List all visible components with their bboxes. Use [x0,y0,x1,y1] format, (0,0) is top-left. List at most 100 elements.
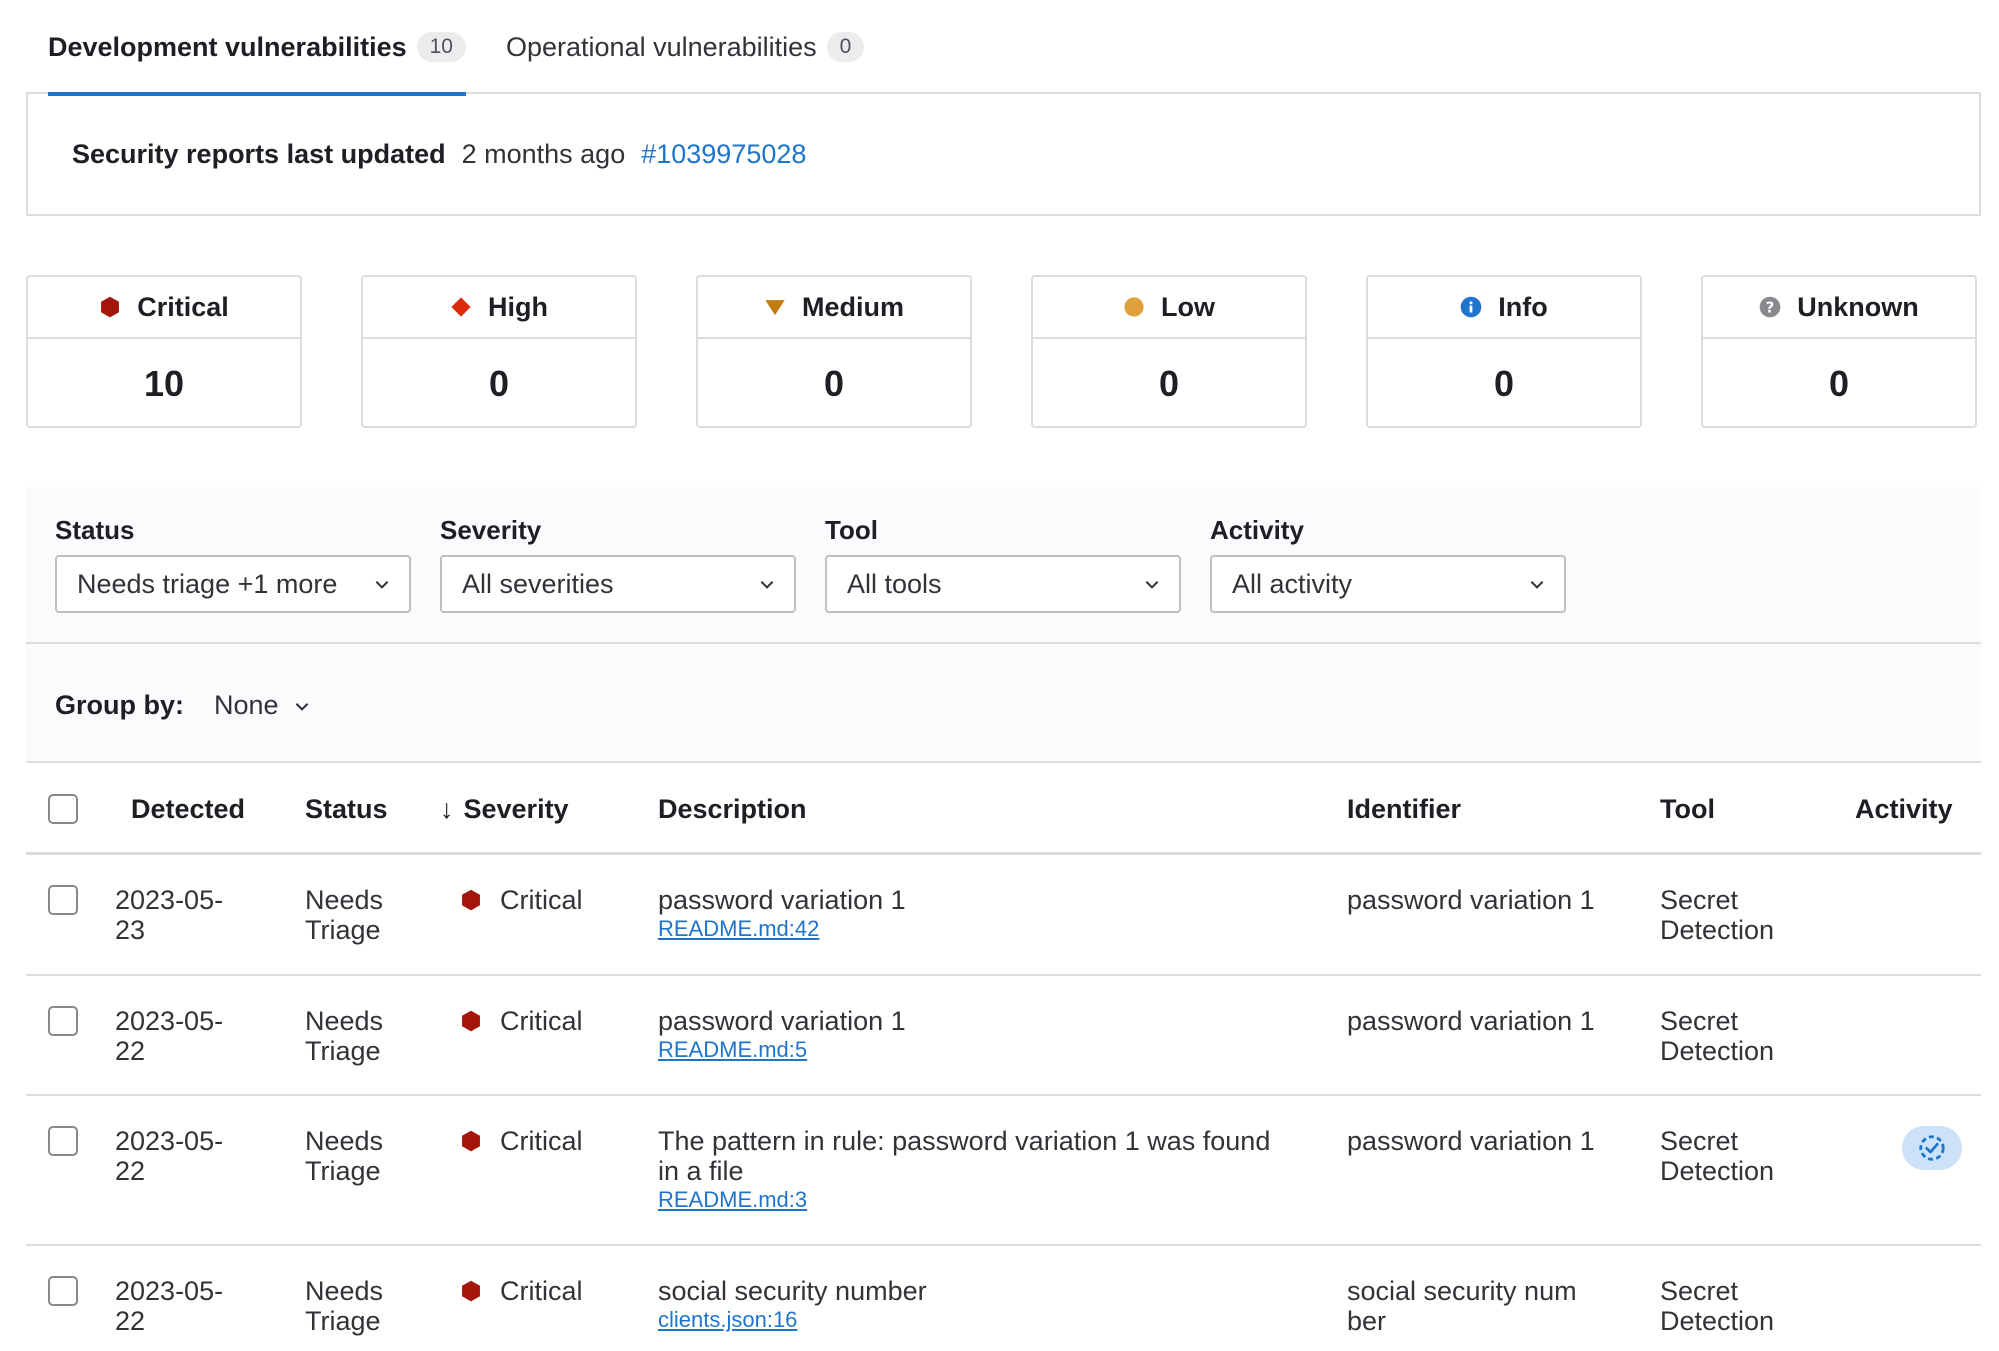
sort-descending-icon: ↓ [440,793,454,824]
column-header-identifier: Identifier [1347,793,1462,824]
column-header-status[interactable]: Status [305,763,388,855]
table-row[interactable]: 2023-05- 22 Needs Triage Critical The patt… [26,1096,1981,1246]
table-row[interactable]: 2023-05- 22 Needs Triage Critical social s… [26,1246,1981,1351]
description-cell: password variation 1 README.md:42 [658,885,906,943]
identifier-text: social security num ber [1347,1276,1577,1336]
select-all-checkbox[interactable] [48,794,78,824]
column-header-label: Severity [463,793,569,824]
severity-badge: Critical [460,885,583,915]
severity-card-label: Critical [137,291,229,322]
tab-label: Development vulnerabilities [48,31,407,62]
detected-date: 2023-05- 22 [115,1276,224,1336]
severity-card-medium: Medium 0 [696,275,972,428]
severity-card-header: Medium [698,277,970,339]
info-circle-icon [1460,296,1482,318]
dropdown-value: All activity [1232,568,1353,599]
dropdown-value: All severities [462,568,614,599]
security-reports-updated-panel: Security reports last updated 2 months a… [26,94,1981,216]
severity-card-label: Medium [801,291,904,322]
column-header-severity[interactable]: ↓ Severity [440,763,569,855]
critical-hexagon-icon [462,1280,480,1302]
status-text: Needs Triage [305,1276,384,1336]
tool-text: Secret Detection [1660,1126,1775,1186]
severity-dropdown[interactable]: All severities [440,555,796,613]
tab-count-badge: 0 [826,32,865,62]
description-link[interactable]: password variation 1 [658,885,906,915]
group-by-dropdown[interactable]: None [214,690,311,721]
filter-divider [26,642,1981,644]
description-cell: The pattern in rule: password variation … [658,1126,1271,1214]
updated-time: 2 months ago [461,138,626,169]
dropdown-value: All tools [847,568,942,599]
critical-hexagon-icon [462,889,480,911]
check-circle-dashed-icon [1919,1135,1945,1161]
column-header-tool[interactable]: Tool [1660,763,1715,855]
severity-card-count: 0 [823,362,845,404]
identifier-text: password variation 1 [1347,885,1595,915]
vulnerability-tabs: Development vulnerabilities 10 Operation… [26,0,1981,96]
severity-card-low: Low 0 [1031,275,1307,428]
severity-filter: Severity All severities [440,515,796,613]
description-link[interactable]: password variation 1 [658,1006,906,1036]
dropdown-value: Needs triage +1 more [77,568,338,599]
issue-created-activity-icon[interactable] [1902,1126,1962,1170]
file-location-link[interactable]: README.md:3 [658,1186,1270,1214]
detected-date: 2023-05- 23 [115,885,224,945]
severity-card-critical: Critical 10 [26,275,302,428]
column-header-description: Description [658,793,807,824]
critical-hexagon-icon [101,296,120,318]
file-location-link[interactable]: clients.json:16 [658,1306,927,1334]
pipeline-link[interactable]: #1039975028 [641,139,806,170]
table-row[interactable]: 2023-05- 22 Needs Triage Critical password… [26,976,1981,1096]
updated-label: Security reports last updated [72,138,446,169]
severity-badge: Critical [460,1276,583,1306]
tool-text: Secret Detection [1660,1006,1775,1066]
severity-badge: Critical [460,1006,583,1036]
description-link[interactable]: The pattern in rule: password variation … [658,1126,1270,1156]
table-header: Detected Status ↓ Severity Description I… [26,763,1981,855]
svg-text:?: ? [1766,299,1775,317]
unknown-question-icon: ? [1759,296,1781,318]
chevron-down-icon [1145,581,1159,589]
group-by-control: Group by: None [55,690,311,721]
column-header-detected[interactable]: Detected [131,763,245,855]
row-checkbox[interactable] [48,1126,78,1156]
activity-dropdown[interactable]: All activity [1210,555,1566,613]
group-by-value: None [214,690,279,720]
severity-badge: Critical [460,1126,583,1156]
status-dropdown[interactable]: Needs triage +1 more [55,555,411,613]
severity-card-header: Critical [28,277,300,339]
filter-panel: Status Needs triage +1 more Severity All… [26,487,1981,763]
table-row[interactable]: 2023-05- 23 Needs Triage Critical password… [26,855,1981,976]
identifier-text: password variation 1 [1347,1006,1595,1036]
tool-text: Secret Detection [1660,1276,1775,1336]
severity-card-info: Info 0 [1366,275,1642,428]
tab-operational-vulnerabilities[interactable]: Operational vulnerabilities 0 [506,0,865,94]
status-filter: Status Needs triage +1 more [55,515,411,613]
chevron-down-icon [1530,581,1544,589]
chevron-down-icon [760,581,774,589]
filter-label: Severity [440,515,542,545]
file-location-link[interactable]: README.md:5 [658,1036,906,1064]
filter-label: Tool [825,515,878,545]
severity-card-count: 0 [488,362,510,404]
severity-card-header: High [363,277,635,339]
row-checkbox[interactable] [48,1276,78,1306]
description-cell: social security number clients.json:16 [658,1276,927,1334]
description-link[interactable]: social security number [658,1276,927,1306]
file-location-link[interactable]: README.md:42 [658,915,906,943]
row-checkbox[interactable] [48,885,78,915]
row-checkbox[interactable] [48,1006,78,1036]
tool-dropdown[interactable]: All tools [825,555,1181,613]
column-header-activity: Activity [1855,793,1953,824]
detected-date: 2023-05- 22 [115,1006,224,1066]
tab-count-badge: 10 [416,32,466,62]
identifier-text: password variation 1 [1347,1126,1595,1156]
tab-development-vulnerabilities[interactable]: Development vulnerabilities 10 [48,0,466,96]
severity-card-count: 0 [1493,362,1515,404]
tab-label: Operational vulnerabilities [506,31,817,62]
critical-hexagon-icon [462,1130,480,1152]
severity-card-unknown: ? Unknown 0 [1701,275,1977,428]
severity-card-label: Info [1498,291,1548,322]
status-text: Needs Triage [305,1006,384,1066]
